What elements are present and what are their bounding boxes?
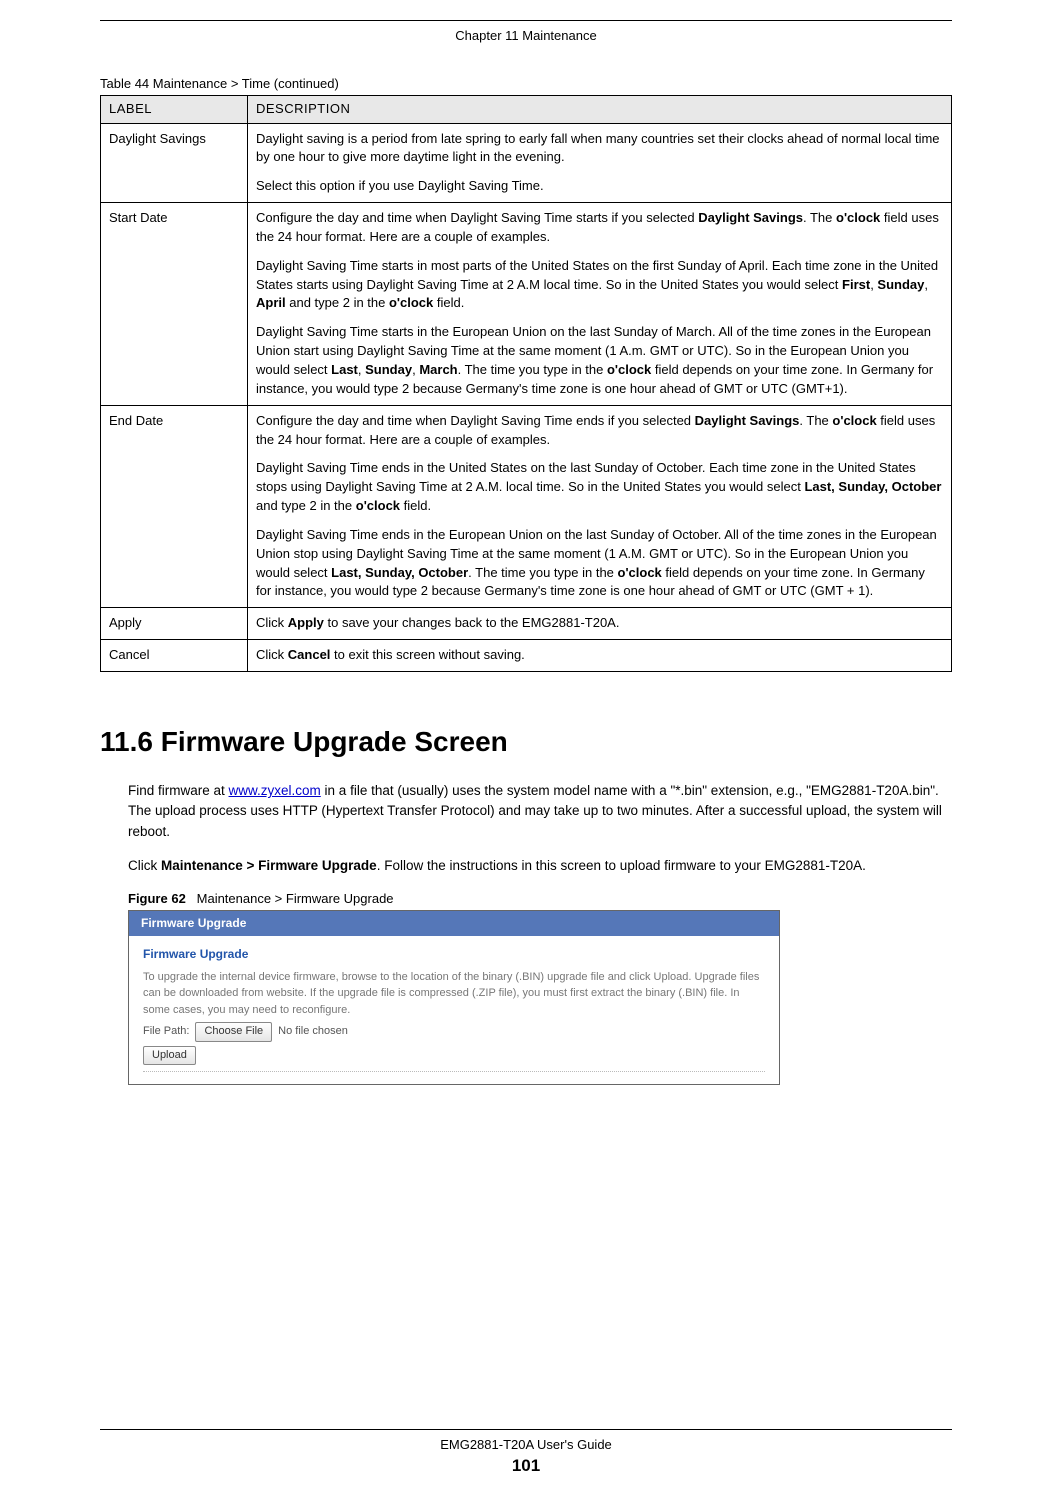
section-para-2: Click Maintenance > Firmware Upgrade. Fo… <box>128 856 952 876</box>
label-daylight: Daylight Savings <box>101 123 248 203</box>
desc-daylight: Daylight saving is a period from late sp… <box>248 123 952 203</box>
row-cancel: Cancel Click Cancel to exit this screen … <box>101 640 952 672</box>
zyxel-link[interactable]: www.zyxel.com <box>229 783 321 798</box>
row-end-date: End Date Configure the day and time when… <box>101 405 952 608</box>
section-para-1: Find firmware at www.zyxel.com in a file… <box>128 781 952 842</box>
ss-header: Firmware Upgrade <box>129 911 779 936</box>
label-start: Start Date <box>101 203 248 406</box>
section-title: 11.6 Firmware Upgrade Screen <box>100 722 952 761</box>
page-number: 101 <box>0 1454 1052 1478</box>
row-start-date: Start Date Configure the day and time wh… <box>101 203 952 406</box>
firmware-screenshot: Firmware Upgrade Firmware Upgrade To upg… <box>128 910 780 1085</box>
maintenance-table: LABEL DESCRIPTION Daylight Savings Dayli… <box>100 95 952 672</box>
ss-text: To upgrade the internal device firmware,… <box>143 969 765 1019</box>
row-daylight-savings: Daylight Savings Daylight saving is a pe… <box>101 123 952 203</box>
upload-button[interactable]: Upload <box>143 1046 196 1065</box>
choose-file-button[interactable]: Choose File <box>195 1022 272 1041</box>
label-end: End Date <box>101 405 248 608</box>
chapter-header: Chapter 11 Maintenance <box>100 27 952 45</box>
footer-guide: EMG2881-T20A User's Guide <box>0 1436 1052 1454</box>
desc-cancel: Click Cancel to exit this screen without… <box>248 640 952 672</box>
label-cancel: Cancel <box>101 640 248 672</box>
label-apply: Apply <box>101 608 248 640</box>
desc-end: Configure the day and time when Daylight… <box>248 405 952 608</box>
no-file-chosen: No file chosen <box>278 1024 348 1039</box>
row-apply: Apply Click Apply to save your changes b… <box>101 608 952 640</box>
table-caption: Table 44 Maintenance > Time (continued) <box>100 75 952 93</box>
figure-caption: Figure 62 Maintenance > Firmware Upgrade <box>128 890 952 908</box>
desc-start: Configure the day and time when Daylight… <box>248 203 952 406</box>
th-label: LABEL <box>101 96 248 123</box>
th-desc: DESCRIPTION <box>248 96 952 123</box>
file-path-label: File Path: <box>143 1024 189 1039</box>
ss-subtitle: Firmware Upgrade <box>143 946 765 963</box>
desc-apply: Click Apply to save your changes back to… <box>248 608 952 640</box>
